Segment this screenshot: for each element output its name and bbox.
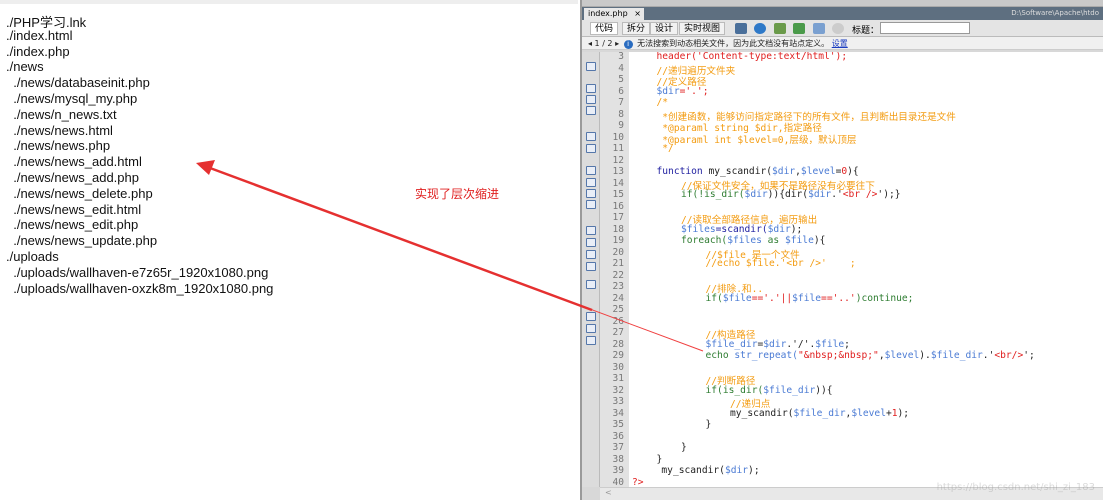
annotation-arrow	[196, 160, 704, 352]
arrow-line	[209, 166, 593, 312]
